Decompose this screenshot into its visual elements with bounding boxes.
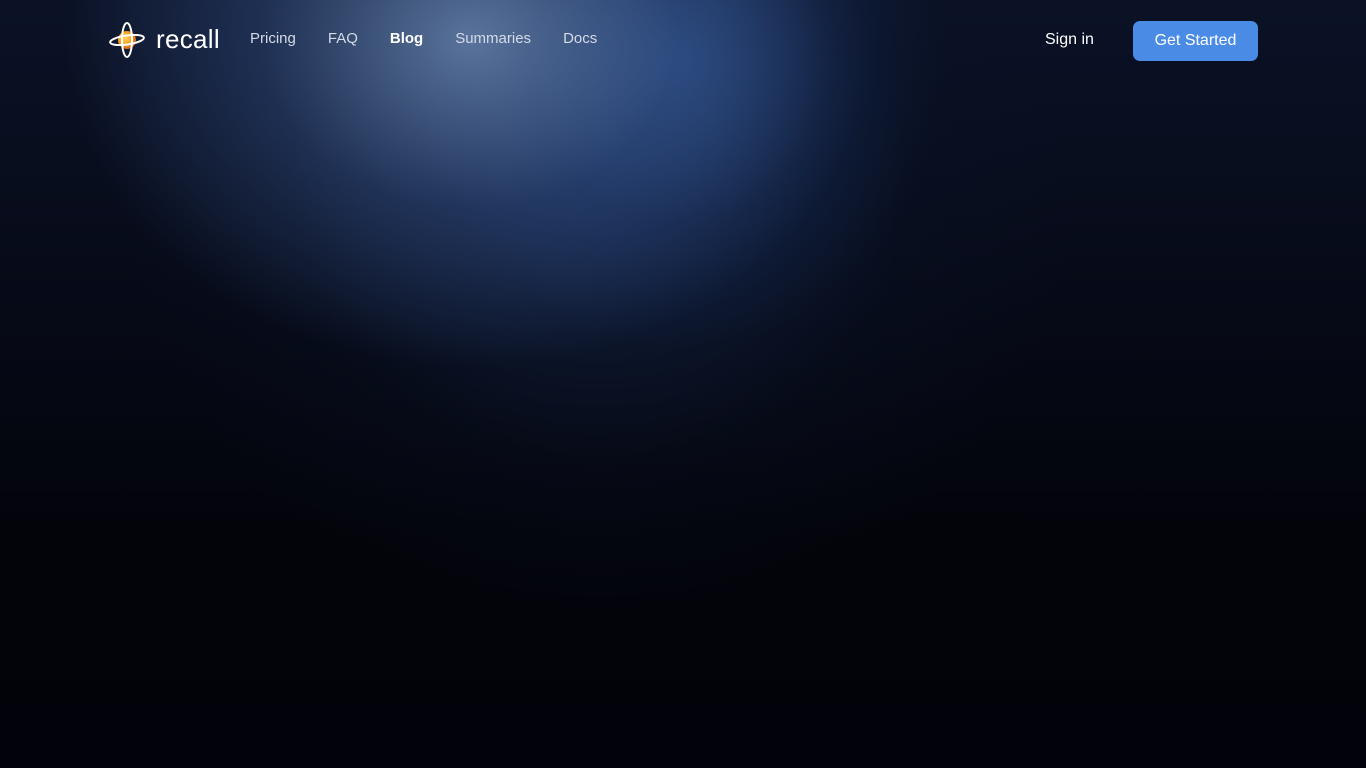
nav-link-summaries[interactable]: Summaries — [455, 29, 531, 49]
recall-logo-icon — [109, 22, 145, 58]
main-nav: Pricing FAQ Blog Summaries Docs — [250, 29, 629, 49]
top-navbar: recall Pricing FAQ Blog Summaries Docs S… — [0, 0, 1366, 80]
nav-link-docs[interactable]: Docs — [563, 29, 597, 49]
get-started-button[interactable]: Get Started — [1133, 21, 1258, 61]
page-background: recall Pricing FAQ Blog Summaries Docs S… — [0, 0, 1366, 768]
nav-link-faq[interactable]: FAQ — [328, 29, 358, 49]
nav-link-pricing[interactable]: Pricing — [250, 29, 296, 49]
brand-logo-link[interactable]: recall — [108, 21, 220, 59]
nav-link-blog[interactable]: Blog — [390, 29, 423, 49]
brand-name: recall — [156, 24, 220, 54]
sign-in-link[interactable]: Sign in — [1045, 30, 1094, 50]
